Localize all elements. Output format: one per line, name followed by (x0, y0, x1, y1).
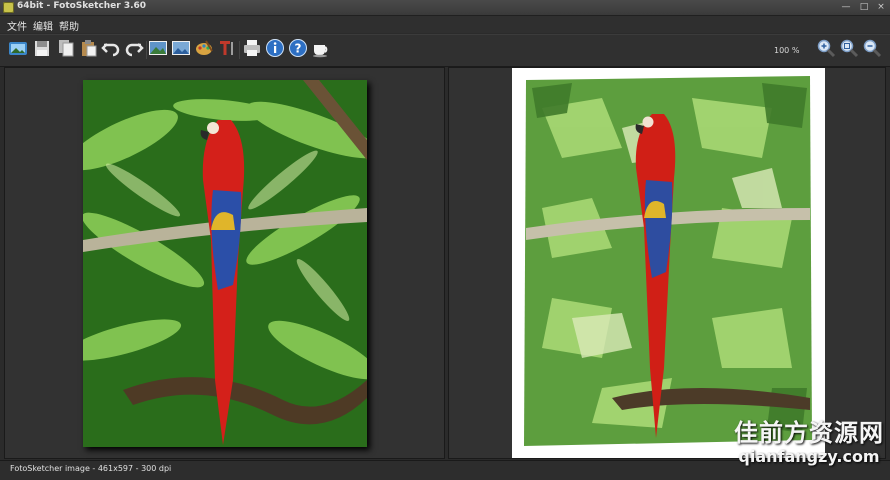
paste-icon (82, 40, 97, 57)
menu-bar: 文件 编辑 帮助 (0, 16, 890, 33)
svg-text:?: ? (295, 42, 302, 56)
painted-parrot-illustration (512, 68, 825, 458)
drawing-parameters-button[interactable] (194, 38, 214, 60)
add-text-icon (220, 41, 233, 55)
watermark: 佳前方资源网 qianfangzy.com (734, 418, 884, 466)
zoom-fit-icon (840, 39, 859, 58)
redo-icon (125, 43, 144, 57)
redo-button[interactable] (124, 38, 144, 60)
donate-button[interactable] (311, 38, 331, 60)
window-title: 64bit - FotoSketcher 3.60 (17, 1, 147, 11)
menu-file[interactable]: 文件 (7, 18, 27, 33)
zoom-out-button[interactable] (862, 38, 882, 60)
app-icon (3, 2, 14, 13)
process-image-button[interactable] (148, 38, 168, 60)
zoom-in-icon (817, 39, 836, 58)
result-image-pane (448, 67, 886, 459)
undo-icon (101, 43, 120, 57)
toolbar-separator (239, 41, 240, 59)
donate-cup-icon (313, 45, 328, 58)
status-text: FotoSketcher image - 461x597 - 300 dpi (10, 464, 172, 473)
zoom-level: 100 % (774, 46, 800, 55)
batch-process-icon (172, 41, 190, 55)
save-icon (35, 41, 49, 56)
maximize-button[interactable]: □ (857, 0, 871, 15)
paste-button[interactable] (79, 38, 99, 60)
copy-icon (59, 40, 74, 57)
drawing-parameters-icon (196, 40, 213, 55)
open-image-icon (9, 42, 27, 55)
close-button[interactable]: × (874, 0, 888, 15)
minimize-button[interactable]: — (839, 0, 853, 15)
original-photo (83, 80, 367, 447)
copy-button[interactable] (56, 38, 76, 60)
help-button[interactable]: ? (288, 38, 308, 60)
original-image-pane (4, 67, 445, 459)
menu-help[interactable]: 帮助 (59, 18, 79, 33)
process-image-icon (149, 41, 167, 55)
print-icon (244, 40, 260, 56)
open-image-button[interactable] (8, 38, 28, 60)
title-bar: 64bit - FotoSketcher 3.60 — □ × (0, 0, 890, 16)
batch-process-button[interactable] (171, 38, 191, 60)
toolbar: ? 100 % (0, 34, 890, 67)
watermark-url: qianfangzy.com (738, 447, 880, 466)
watermark-title: 佳前方资源网 (734, 419, 884, 447)
zoom-out-icon (863, 39, 882, 58)
info-button[interactable] (265, 38, 285, 60)
zoom-fit-button[interactable] (839, 38, 859, 60)
help-icon: ? (289, 39, 307, 57)
toolbar-separator (146, 41, 147, 59)
result-painting (512, 68, 825, 458)
zoom-in-button[interactable] (816, 38, 836, 60)
undo-button[interactable] (101, 38, 121, 60)
menu-edit[interactable]: 编辑 (33, 18, 53, 33)
add-text-button[interactable] (217, 38, 237, 60)
save-button[interactable] (32, 38, 52, 60)
parrot-photo-illustration (83, 80, 367, 447)
print-button[interactable] (242, 38, 262, 60)
info-icon (266, 39, 284, 57)
